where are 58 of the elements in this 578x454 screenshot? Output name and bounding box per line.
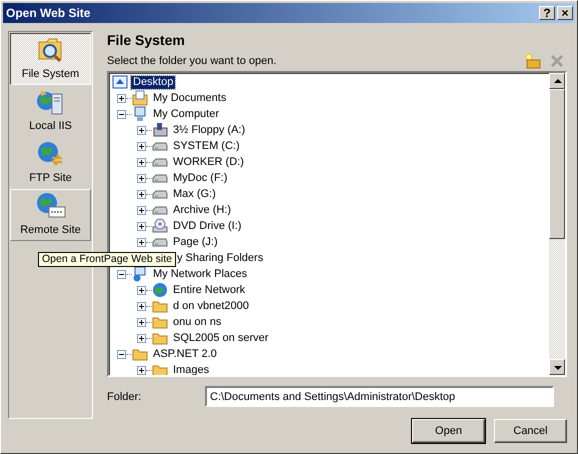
expand-icon[interactable] <box>137 238 146 246</box>
section-heading: File System <box>107 32 186 50</box>
expand-icon[interactable] <box>137 302 146 310</box>
tree-item[interactable]: Page (J:) <box>171 236 220 248</box>
expand-icon[interactable] <box>117 94 126 102</box>
computer-icon <box>132 106 148 122</box>
dvd-drive-icon <box>152 218 168 234</box>
tree-item[interactable]: y Sharing Folders <box>175 252 266 264</box>
folder-label: Folder: <box>107 390 142 402</box>
tree-item[interactable]: ASP.NET 2.0 <box>151 348 219 360</box>
tree-item[interactable]: Desktop <box>131 76 176 88</box>
tree-item[interactable]: Images <box>171 364 212 375</box>
cancel-button[interactable]: Cancel <box>494 419 567 443</box>
expand-icon[interactable] <box>137 142 146 150</box>
vertical-scrollbar[interactable] <box>549 73 565 375</box>
globe-icon <box>152 282 168 298</box>
tree-item[interactable]: onu on ns <box>171 316 224 328</box>
collapse-icon[interactable] <box>117 270 126 278</box>
tree-item[interactable]: d on vbnet2000 <box>171 300 251 312</box>
sidebar-item[interactable]: Local IIS <box>10 85 91 137</box>
expand-icon[interactable] <box>137 174 146 182</box>
tree-item[interactable]: MyDoc (F:) <box>171 172 230 184</box>
sidebar-item[interactable]: File System <box>10 33 91 85</box>
tree-item[interactable]: DVD Drive (I:) <box>171 220 244 232</box>
expand-icon[interactable] <box>137 222 146 230</box>
expand-icon[interactable] <box>137 126 146 134</box>
network-icon <box>132 266 148 282</box>
expand-icon[interactable] <box>137 334 146 342</box>
open-button[interactable]: Open <box>412 419 485 443</box>
tooltip: Open a FrontPage Web site <box>38 252 176 267</box>
help-button[interactable]: ? <box>539 6 555 20</box>
floppy-drive-icon <box>152 122 168 138</box>
tree-item[interactable]: My Computer <box>151 108 222 120</box>
tree-item[interactable]: Archive (H:) <box>171 204 234 216</box>
tree-item[interactable]: My Network Places <box>151 268 250 280</box>
close-button[interactable]: × <box>557 6 573 20</box>
tree-item[interactable]: 3½ Floppy (A:) <box>171 124 248 136</box>
tree-item[interactable]: Max (G:) <box>171 188 218 200</box>
tree-item[interactable]: WORKER (D:) <box>171 156 246 168</box>
tree-item[interactable]: Entire Network <box>171 284 248 296</box>
documents-folder-icon <box>132 90 148 106</box>
instruction-text: Select the folder you want to open. <box>107 55 276 67</box>
folder-path-field[interactable]: C:\Documents and Settings\Administrator\Desktop <box>205 386 554 407</box>
sidebar-item[interactable]: Remote Site <box>10 189 91 241</box>
expand-icon[interactable] <box>137 318 146 326</box>
new-folder-icon[interactable] <box>525 53 541 69</box>
tree-item[interactable]: My Documents <box>151 92 228 104</box>
expand-icon[interactable] <box>137 206 146 214</box>
expand-icon[interactable] <box>137 286 146 294</box>
window-title: Open Web Site <box>5 6 90 20</box>
sidebar-item[interactable]: FTP Site <box>10 137 91 189</box>
tree-item[interactable]: SYSTEM (C:) <box>171 140 242 152</box>
collapse-icon[interactable] <box>117 350 126 358</box>
expand-icon[interactable] <box>137 190 146 198</box>
tree-item[interactable]: SQL2005 on server <box>171 332 270 344</box>
expand-icon[interactable] <box>137 366 146 374</box>
collapse-icon[interactable] <box>117 110 126 118</box>
expand-icon[interactable] <box>137 158 146 166</box>
